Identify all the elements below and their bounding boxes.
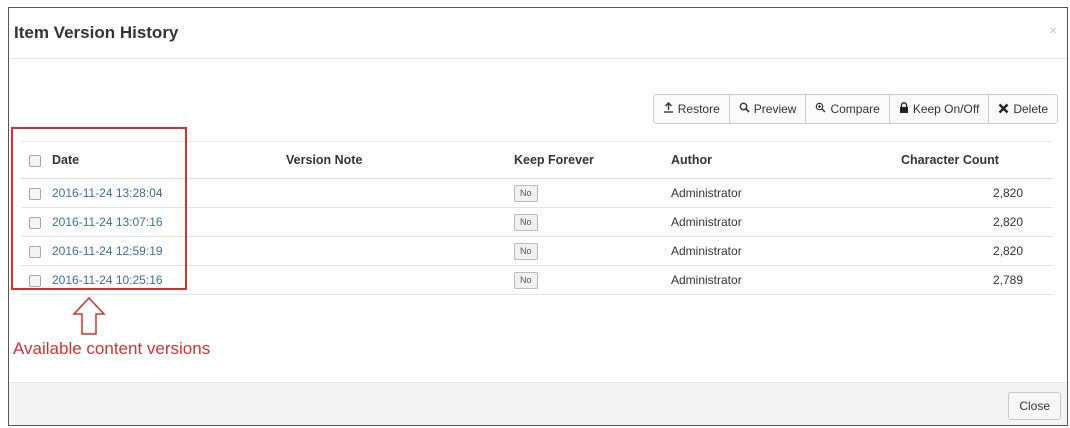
author-cell: Administrator [671, 265, 901, 295]
version-note-cell [286, 236, 514, 266]
character-count-cell: 2,820 [901, 178, 1053, 208]
character-count-header[interactable]: Character Count [901, 141, 1053, 179]
author-cell: Administrator [671, 236, 901, 266]
keep-forever-toggle[interactable]: No [514, 242, 538, 260]
keep-forever-toggle[interactable]: No [514, 213, 538, 231]
version-note-cell [286, 265, 514, 295]
restore-button[interactable]: Restore [652, 94, 730, 124]
dialog-title: Item Version History [14, 23, 179, 42]
preview-label: Preview [753, 102, 797, 116]
search-icon [739, 102, 750, 116]
restore-label: Restore [677, 102, 720, 116]
x-icon [998, 102, 1009, 117]
keep-forever-toggle[interactable]: No [514, 184, 538, 202]
author-cell: Administrator [671, 207, 901, 237]
arrow-up-icon [72, 296, 106, 341]
delete-button[interactable]: Delete [988, 94, 1058, 124]
character-count-cell: 2,789 [901, 265, 1053, 295]
zoom-icon [815, 102, 826, 116]
keep-on-off-button[interactable]: Keep On/Off [888, 94, 990, 124]
preview-button[interactable]: Preview [728, 94, 807, 124]
upload-icon [663, 102, 674, 116]
character-count-cell: 2,820 [901, 207, 1053, 237]
author-cell: Administrator [671, 178, 901, 208]
close-button[interactable]: Close [1008, 392, 1061, 420]
keep-forever-toggle[interactable]: No [514, 271, 538, 289]
version-toolbar: Restore Preview Compare Keep On/Off Dele… [652, 94, 1058, 124]
version-note-cell [286, 178, 514, 208]
keep-forever-cell: No [514, 207, 671, 237]
keep-forever-cell: No [514, 236, 671, 266]
keep-forever-cell: No [514, 265, 671, 295]
author-header[interactable]: Author [671, 141, 901, 179]
compare-label: Compare [830, 102, 880, 116]
annotation-label: Available content versions [13, 339, 211, 358]
dialog-header: Item Version History × [9, 8, 1067, 59]
compare-button[interactable]: Compare [805, 94, 890, 124]
annotation-highlight-box [11, 127, 187, 290]
close-icon[interactable]: × [1049, 22, 1057, 38]
version-note-cell [286, 207, 514, 237]
lock-icon [899, 102, 909, 116]
delete-label: Delete [1013, 102, 1048, 116]
keep-forever-cell: No [514, 178, 671, 208]
keep-forever-header[interactable]: Keep Forever [514, 141, 671, 179]
version-note-header[interactable]: Version Note [286, 141, 514, 179]
dialog-footer: Close [9, 382, 1067, 425]
character-count-cell: 2,820 [901, 236, 1053, 266]
keep-on-off-label: Keep On/Off [912, 102, 980, 116]
